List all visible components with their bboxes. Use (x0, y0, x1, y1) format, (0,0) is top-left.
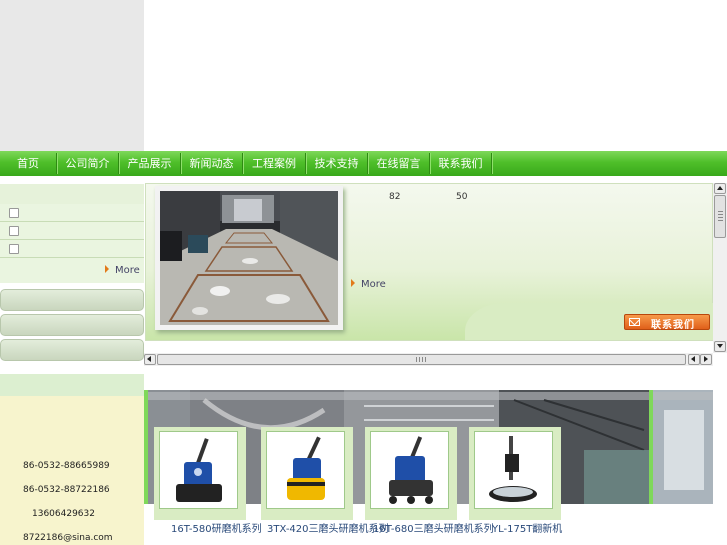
checkbox-icon[interactable] (9, 208, 19, 218)
nav-item-support[interactable]: 技术支持 (306, 151, 367, 176)
scroll-left-button-2[interactable] (688, 354, 700, 365)
scroll-down-button[interactable] (714, 341, 726, 352)
product-thumb (474, 431, 553, 509)
nav-item-news[interactable]: 新闻动态 (181, 151, 242, 176)
feature-stat-a: 82 (389, 192, 401, 202)
triangle-up-icon (717, 186, 723, 190)
main-nav: 首页 公司简介 产品展示 新闻动态 工程案例 技术支持 在线留言 联系我们 (0, 151, 727, 176)
contact-mobile: 13606429632 (32, 509, 95, 519)
feature-photo-corridor[interactable] (160, 191, 338, 325)
product-name[interactable]: 16T-680三磨头研磨机系列 (373, 520, 494, 535)
checkbox-icon[interactable] (9, 244, 19, 254)
mail-icon (629, 318, 640, 326)
arrow-right-icon (105, 265, 109, 273)
nav-item-guestbook[interactable]: 在线留言 (368, 151, 429, 176)
product-thumb (370, 431, 449, 509)
grip-icon (718, 211, 723, 221)
left-section-header (0, 184, 144, 204)
grinder-machine-image (176, 438, 222, 502)
contact-info-box: 86-0532-88665989 86-0532-88722186 136064… (0, 396, 144, 545)
left-more-row: More (0, 258, 144, 283)
triangle-left-icon (147, 356, 151, 362)
scroll-left-button[interactable] (144, 354, 156, 365)
header-banner-left (0, 0, 144, 151)
product-name[interactable]: YL-175T翻新机 (492, 520, 562, 535)
grinder-machine-image (389, 436, 433, 504)
product-thumb (266, 431, 345, 509)
nav-item-products[interactable]: 产品展示 (119, 151, 180, 176)
product-name[interactable]: 16T-580研磨机系列 (171, 520, 262, 535)
nav-item-about[interactable]: 公司简介 (57, 151, 118, 176)
feature-stat-b: 50 (456, 192, 468, 202)
scroll-up-button[interactable] (714, 183, 726, 194)
product-thumb (159, 431, 238, 509)
product-name[interactable]: 3TX-420三磨头研磨机系列 (267, 520, 389, 535)
arrow-right-icon (351, 279, 355, 287)
feature-more-link[interactable]: More (351, 279, 386, 290)
grip-icon (416, 357, 428, 362)
triangle-left-icon (691, 356, 695, 362)
left-list-item[interactable] (0, 204, 144, 222)
left-tab-button[interactable] (0, 289, 144, 311)
product-card[interactable] (154, 427, 246, 520)
nav-item-home[interactable]: 首页 (0, 151, 56, 176)
left-tab-button[interactable] (0, 339, 144, 361)
contact-section-header (0, 374, 144, 396)
polisher-machine-image (489, 436, 537, 502)
corridor-image (160, 191, 338, 325)
contact-email[interactable]: 8722186@sina.com (23, 533, 113, 543)
left-list-item[interactable] (0, 222, 144, 240)
horizontal-scroll-thumb[interactable] (157, 354, 686, 365)
left-more-link[interactable]: More (105, 265, 140, 276)
triangle-down-icon (717, 344, 723, 348)
product-card[interactable] (469, 427, 561, 520)
nav-item-cases[interactable]: 工程案例 (243, 151, 305, 176)
checkbox-icon[interactable] (9, 226, 19, 236)
triangle-right-icon (704, 356, 708, 362)
product-card[interactable] (261, 427, 353, 520)
header-banner (144, 0, 727, 151)
nav-item-contact[interactable]: 联系我们 (430, 151, 491, 176)
grinder-machine-image (287, 436, 325, 500)
nav-separator (491, 153, 492, 174)
vertical-scroll-thumb[interactable] (714, 195, 726, 238)
scroll-right-button[interactable] (700, 354, 712, 365)
contact-us-button[interactable]: 联系我们 (624, 314, 710, 331)
left-list-item[interactable] (0, 240, 144, 258)
contact-phone-1: 86-0532-88665989 (23, 461, 110, 471)
left-tab-button[interactable] (0, 314, 144, 336)
contact-phone-2: 86-0532-88722186 (23, 485, 110, 495)
product-card[interactable] (365, 427, 457, 520)
